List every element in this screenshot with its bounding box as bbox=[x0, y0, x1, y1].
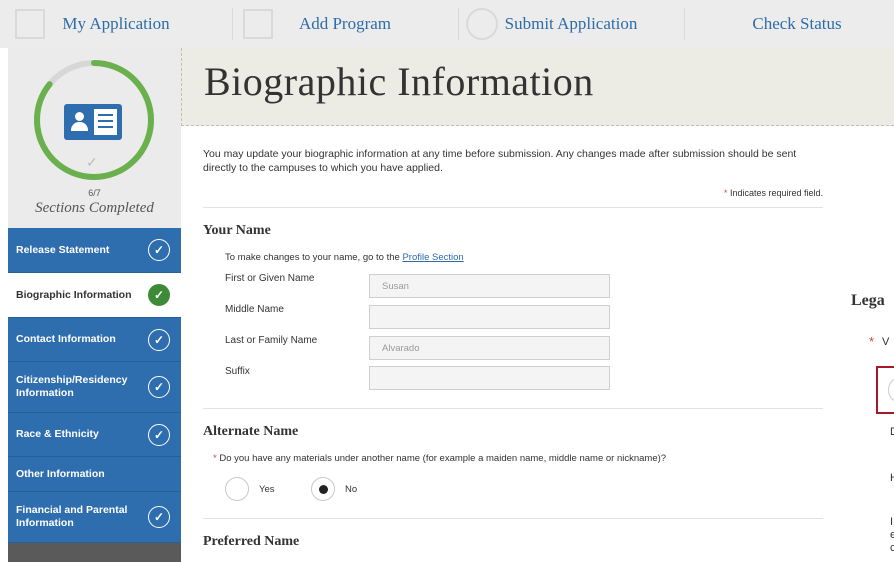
divider bbox=[203, 408, 823, 409]
last-name-label: Last or Family Name bbox=[225, 335, 318, 346]
divider bbox=[203, 207, 823, 208]
section-title-alternate-name: Alternate Name bbox=[203, 424, 299, 439]
progress-count: 6/7 bbox=[88, 188, 101, 198]
alternate-name-question-text: Do you have any materials under another … bbox=[219, 453, 667, 464]
progress-caption: Sections Completed bbox=[35, 200, 154, 216]
suffix-field[interactable] bbox=[369, 366, 610, 390]
tab-submit-application[interactable]: Submit Application bbox=[458, 0, 684, 48]
check-circle-icon: ✓ bbox=[148, 284, 170, 306]
legal-text-fragment: H bbox=[890, 472, 894, 484]
last-name-field[interactable] bbox=[369, 336, 610, 360]
profile-hint-text: To make changes to your name, go to the bbox=[225, 252, 400, 263]
section-title-preferred-name: Preferred Name bbox=[203, 534, 300, 549]
sidebar-item-release-statement[interactable]: Release Statement ✓ bbox=[8, 228, 181, 273]
check-circle-icon: ✓ bbox=[148, 328, 170, 351]
sidebar-item-race-ethnicity[interactable]: Race & Ethnicity ✓ bbox=[8, 413, 181, 457]
legal-text-fragment: e bbox=[890, 529, 894, 541]
sidebar-item-label: Financial and Parental Information bbox=[16, 504, 128, 529]
check-circle-icon: ✓ bbox=[148, 506, 170, 528]
suffix-label: Suffix bbox=[225, 366, 250, 377]
legal-text-fragment: V bbox=[882, 336, 890, 348]
progress-panel: ✓ 6/7 Sections Completed bbox=[8, 48, 181, 228]
top-navigation: My Application Add Program Submit Applic… bbox=[0, 0, 894, 48]
sidebar-item-label: Biographic Information bbox=[16, 288, 132, 301]
sidebar-item-label: Other Information bbox=[16, 467, 105, 480]
profile-section-link[interactable]: Profile Section bbox=[402, 252, 463, 263]
required-star: * bbox=[213, 453, 217, 464]
sidebar-item-citizenship-residency[interactable]: Citizenship/Residency Information ✓ bbox=[8, 362, 181, 413]
required-note: * Indicates required field. bbox=[560, 188, 823, 198]
required-note-text: Indicates required field. bbox=[729, 188, 823, 198]
page-header: Biographic Information bbox=[181, 48, 894, 126]
profile-hint: To make changes to your name, go to the … bbox=[225, 252, 464, 263]
middle-name-field[interactable] bbox=[369, 305, 610, 329]
legal-text-fragment: c bbox=[890, 542, 894, 554]
radio-no[interactable] bbox=[311, 477, 335, 501]
divider bbox=[203, 518, 823, 519]
sidebar: Release Statement ✓ Biographic Informati… bbox=[8, 228, 181, 562]
radio-no-label[interactable]: No bbox=[345, 484, 357, 495]
required-star: * bbox=[723, 188, 728, 198]
sidebar-item-label: Contact Information bbox=[16, 333, 116, 345]
legal-text-fragment: I bbox=[890, 516, 894, 528]
required-star: * bbox=[869, 334, 875, 349]
sidebar-item-contact-information[interactable]: Contact Information ✓ bbox=[8, 318, 181, 362]
sidebar-item-other-information[interactable]: Other Information bbox=[8, 457, 181, 492]
radio-yes[interactable] bbox=[225, 477, 249, 501]
sidebar-item-biographic-information[interactable]: Biographic Information ✓ bbox=[8, 273, 181, 318]
check-circle-icon: ✓ bbox=[148, 376, 170, 398]
alternate-name-question: * Do you have any materials under anothe… bbox=[213, 453, 666, 464]
legal-section-title: Lega bbox=[851, 292, 885, 309]
legal-text-fragment: D bbox=[890, 426, 894, 438]
sidebar-item-financial-parental[interactable]: Financial and Parental Information ✓ bbox=[8, 492, 181, 543]
tab-add-program[interactable]: Add Program bbox=[232, 0, 458, 48]
tab-check-status[interactable]: Check Status bbox=[684, 0, 894, 48]
first-name-field[interactable] bbox=[369, 274, 610, 298]
first-name-label: First or Given Name bbox=[225, 273, 315, 284]
id-card-icon bbox=[64, 104, 122, 140]
radio-yes-label[interactable]: Yes bbox=[259, 484, 275, 495]
middle-name-label: Middle Name bbox=[225, 304, 284, 315]
section-title-your-name: Your Name bbox=[203, 223, 271, 238]
tab-my-application[interactable]: My Application bbox=[0, 0, 232, 48]
check-circle-icon: ✓ bbox=[148, 239, 170, 261]
sidebar-item-label: Citizenship/Residency Information bbox=[16, 374, 128, 399]
sidebar-item-label: Race & Ethnicity bbox=[16, 428, 99, 440]
check-icon: ✓ bbox=[86, 154, 98, 170]
sidebar-item-label: Release Statement bbox=[16, 243, 110, 256]
intro-text: You may update your biographic informati… bbox=[203, 148, 797, 174]
check-circle-icon: ✓ bbox=[148, 423, 170, 446]
page-title: Biographic Information bbox=[204, 59, 594, 104]
